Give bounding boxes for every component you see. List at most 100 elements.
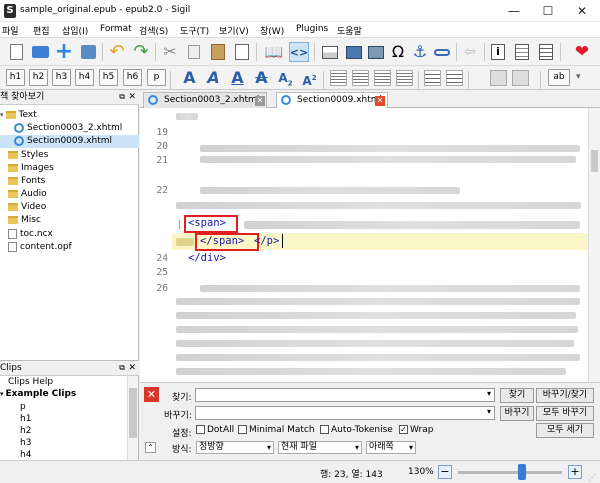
open-folder-icon[interactable] — [30, 42, 50, 62]
tab-section0009[interactable]: Section0009.xhtml ✕ — [276, 92, 388, 108]
tree-item-section0003[interactable]: Section0003_2.xhtml — [14, 122, 122, 135]
superscript-icon[interactable]: A2 — [300, 69, 319, 88]
tree-item-content-opf[interactable]: content.opf — [8, 241, 72, 254]
close-tab-icon[interactable]: ✕ — [255, 96, 265, 106]
back-arrow-icon[interactable]: ⇦ — [460, 42, 480, 62]
align-justify-icon[interactable] — [396, 70, 413, 86]
replace-find-button[interactable]: 바꾸기/찾기 — [536, 388, 594, 403]
insert-image-2-icon[interactable] — [366, 42, 386, 62]
zoom-slider[interactable] — [458, 471, 562, 474]
dropdown-arrow-icon[interactable]: ▾ — [487, 389, 491, 398]
replace-input[interactable]: ▾ — [195, 406, 495, 420]
tree-item-images-folder[interactable]: Images — [8, 162, 54, 175]
option-dotall[interactable]: DotAll — [196, 425, 234, 435]
tree-item-audio-folder[interactable]: Audio — [8, 188, 47, 201]
tree-item-styles-folder[interactable]: Styles — [8, 149, 48, 162]
checkbox-checked-icon[interactable]: ✓ — [399, 425, 408, 434]
count-all-button[interactable]: 모두 세기 — [536, 423, 594, 438]
save-icon[interactable] — [78, 42, 98, 62]
direction-select[interactable]: 아래쪽 ▾ — [366, 441, 416, 454]
heading-h2-button[interactable]: h2 — [29, 69, 48, 86]
float-panel-icon[interactable]: ⧉ — [119, 90, 125, 104]
find-input[interactable]: ▾ — [195, 388, 495, 402]
heading-h3-button[interactable]: h3 — [52, 69, 71, 86]
table-of-contents-icon[interactable] — [512, 42, 532, 62]
menu-window[interactable]: 창(W) — [260, 24, 284, 37]
tree-item-text-folder[interactable]: ▾ Text — [0, 109, 37, 122]
numbered-list-icon[interactable] — [424, 70, 441, 86]
checkbox-icon[interactable] — [320, 425, 329, 434]
new-file-icon[interactable] — [6, 42, 26, 62]
menu-plugins[interactable]: Plugins — [296, 24, 328, 34]
code-view-icon[interactable]: <> — [289, 42, 309, 62]
clip-group-example[interactable]: ▾ Example Clips — [0, 388, 76, 401]
option-minimal-match[interactable]: Minimal Match — [238, 425, 315, 435]
heading-h6-button[interactable]: h6 — [123, 69, 142, 86]
resize-grip-icon[interactable]: ⋰ — [588, 473, 596, 482]
align-right-icon[interactable] — [374, 70, 391, 86]
option-auto-tokenise[interactable]: Auto-Tokenise — [320, 425, 393, 435]
collapse-arrow-icon[interactable]: ▾ — [0, 111, 4, 119]
cut-icon[interactable]: ✂ — [160, 42, 180, 62]
align-center-icon[interactable] — [352, 70, 369, 86]
tab-section0003[interactable]: Section0003_2.xhtml ✕ — [143, 92, 267, 108]
tree-item-misc-folder[interactable]: Misc — [8, 214, 41, 227]
menu-file[interactable]: 파일 — [2, 24, 19, 37]
bold-icon[interactable]: A — [180, 69, 199, 87]
close-find-icon[interactable]: ✕ — [144, 387, 159, 402]
collapse-icon[interactable]: ⌃ — [145, 442, 156, 453]
scope-select[interactable]: 현재 파일 ▾ — [278, 441, 362, 454]
metadata-info-icon[interactable]: i — [488, 42, 508, 62]
paste-icon[interactable] — [208, 42, 228, 62]
clipboard-list-icon[interactable] — [232, 42, 252, 62]
insert-image-icon[interactable] — [344, 42, 364, 62]
insert-link-icon[interactable] — [432, 42, 452, 62]
split-view-icon[interactable] — [320, 42, 340, 62]
undo-icon[interactable]: ↶ — [107, 42, 127, 62]
option-wrap[interactable]: ✓ Wrap — [399, 425, 433, 435]
replace-all-button[interactable]: 모두 바꾸기 — [536, 406, 594, 421]
insert-anchor-icon[interactable]: ⚓ — [410, 42, 430, 62]
heading-h4-button[interactable]: h4 — [75, 69, 94, 86]
close-button[interactable]: ✕ — [565, 0, 599, 22]
clips-scrollbar[interactable] — [127, 376, 138, 461]
tree-item-toc-ncx[interactable]: toc.ncx — [8, 228, 53, 241]
donate-heart-icon[interactable]: ❤ — [572, 42, 592, 62]
menu-edit[interactable]: 편집 — [33, 24, 50, 37]
toolbar-overflow-icon[interactable]: ▾ — [576, 72, 581, 82]
decrease-indent-icon[interactable] — [490, 70, 507, 86]
redo-icon[interactable]: ↷ — [131, 42, 151, 62]
checkbox-icon[interactable] — [238, 425, 247, 434]
menu-tools[interactable]: 도구(T) — [180, 24, 209, 37]
case-change-button[interactable]: ab — [548, 69, 570, 86]
close-panel-icon[interactable]: ✕ — [128, 90, 136, 104]
float-panel-icon[interactable]: ⧉ — [119, 361, 125, 375]
find-button[interactable]: 찾기 — [500, 388, 534, 403]
dropdown-arrow-icon[interactable]: ▾ — [355, 442, 359, 453]
dropdown-arrow-icon[interactable]: ▾ — [409, 442, 413, 453]
subscript-icon[interactable]: A2 — [276, 69, 295, 87]
menu-insert[interactable]: 삽입(I) — [62, 24, 88, 37]
scrollbar-thumb[interactable] — [591, 150, 598, 172]
maximize-button[interactable]: ☐ — [531, 0, 565, 22]
strikethrough-icon[interactable]: A — [252, 69, 271, 87]
copy-icon[interactable] — [184, 42, 204, 62]
dropdown-arrow-icon[interactable]: ▾ — [487, 407, 491, 416]
tree-item-section0009[interactable]: Section0009.xhtml — [0, 135, 139, 148]
heading-h5-button[interactable]: h5 — [99, 69, 118, 86]
close-tab-icon[interactable]: ✕ — [375, 96, 385, 106]
editor-scrollbar[interactable] — [588, 108, 600, 382]
underline-icon[interactable]: A — [228, 69, 247, 87]
collapse-arrow-icon[interactable]: ▾ — [0, 390, 4, 398]
add-file-icon[interactable]: + — [54, 41, 74, 63]
mode-select[interactable]: 정방향 ▾ — [196, 441, 274, 454]
menu-format[interactable]: Format — [100, 24, 132, 34]
bullet-list-icon[interactable] — [446, 70, 463, 86]
book-view-icon[interactable]: 📖 — [264, 42, 284, 62]
toc-edit-icon[interactable] — [536, 42, 556, 62]
checkbox-icon[interactable] — [196, 425, 205, 434]
minimize-button[interactable]: — — [497, 0, 531, 22]
italic-icon[interactable]: A — [204, 69, 223, 87]
special-character-icon[interactable]: Ω — [388, 42, 408, 62]
zoom-out-icon[interactable]: − — [438, 465, 452, 479]
